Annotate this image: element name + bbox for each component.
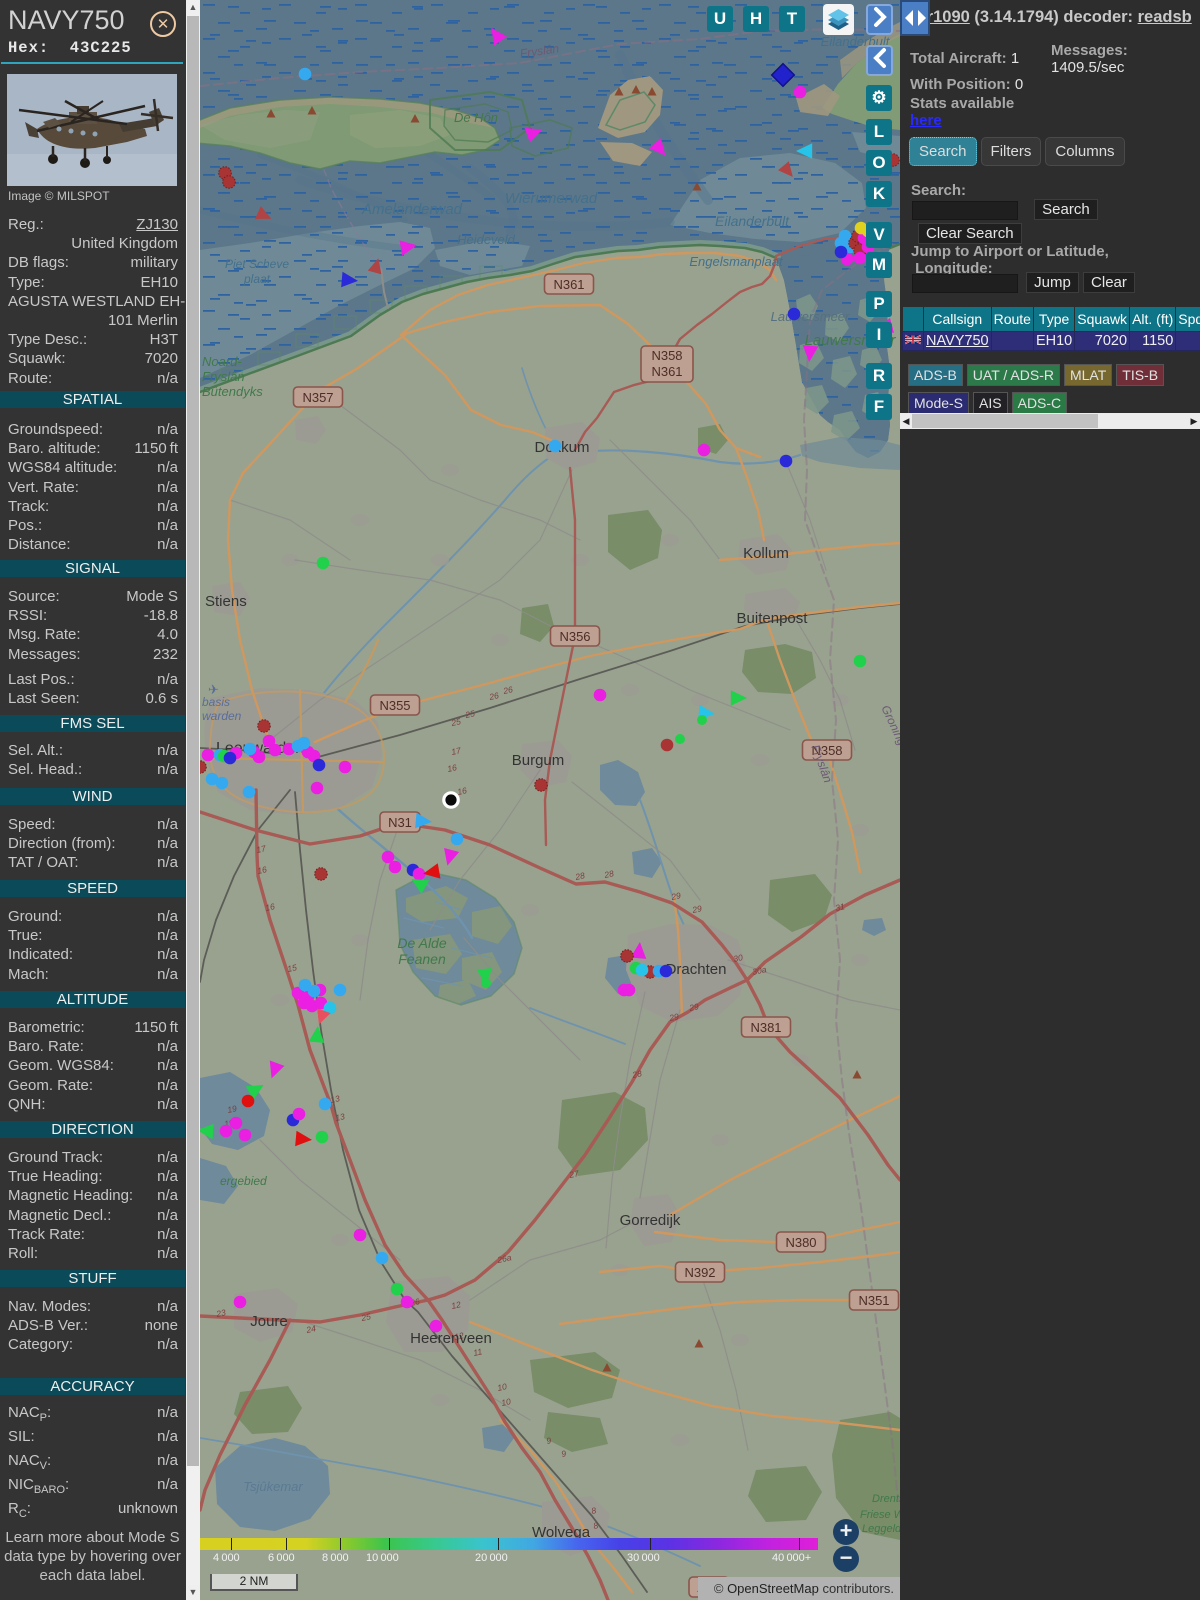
svg-text:Dokkum: Dokkum [534, 439, 589, 456]
svg-text:Lauwersmeer: Lauwersmeer [771, 309, 850, 324]
svg-text:Amelanderwad: Amelanderwad [361, 201, 463, 218]
svg-text:Gorredijk: Gorredijk [620, 1212, 681, 1229]
svg-text:Feanen: Feanen [398, 951, 446, 967]
svg-text:Noard-: Noard- [202, 354, 242, 369]
svg-text:Kollum: Kollum [743, 545, 789, 562]
svg-text:Drachten: Drachten [666, 961, 727, 978]
svg-text:Leggelder: Leggelder [862, 1523, 900, 1535]
svg-text:N361: N361 [651, 364, 682, 379]
svg-text:Drents-: Drents- [872, 1493, 900, 1505]
svg-text:N351: N351 [858, 1293, 889, 1308]
svg-text:De Alde: De Alde [397, 935, 447, 951]
svg-text:Heideveld: Heideveld [457, 232, 516, 247]
svg-text:N356: N356 [559, 629, 590, 644]
svg-text:✈: ✈ [208, 682, 219, 697]
svg-text:Heerenveen: Heerenveen [410, 1330, 492, 1347]
svg-text:Fryslân: Fryslân [202, 369, 245, 384]
svg-text:N357: N357 [302, 390, 333, 405]
svg-text:Wierumerwad: Wierumerwad [505, 190, 598, 207]
svg-text:Burgum: Burgum [512, 752, 565, 769]
svg-text:N358: N358 [651, 348, 682, 363]
svg-text:Piet Scheve: Piet Scheve [225, 257, 289, 271]
svg-text:Eilanderbult: Eilanderbult [715, 213, 790, 229]
svg-text:Tsjûkemar: Tsjûkemar [243, 1479, 303, 1494]
svg-text:N392: N392 [684, 1265, 715, 1280]
svg-text:N31: N31 [388, 815, 412, 830]
svg-text:basis: basis [202, 695, 230, 709]
svg-text:ergebied: ergebied [220, 1174, 267, 1188]
svg-text:Engelsmanplaat: Engelsmanplaat [689, 254, 784, 269]
svg-text:N361: N361 [553, 277, 584, 292]
svg-text:Buitenpost: Buitenpost [737, 610, 809, 627]
svg-text:N381: N381 [750, 1020, 781, 1035]
svg-text:Bûtendyks: Bûtendyks [202, 384, 263, 399]
svg-text:warden: warden [202, 709, 242, 723]
svg-text:Stiens: Stiens [205, 593, 247, 610]
svg-text:N380: N380 [785, 1235, 816, 1250]
svg-text:Joure: Joure [250, 1313, 288, 1330]
svg-text:N355: N355 [379, 698, 410, 713]
svg-text:Friese Wo: Friese Wo [860, 1509, 900, 1521]
svg-text:De Hôn: De Hôn [454, 110, 498, 125]
svg-text:plaat: plaat [243, 272, 271, 286]
